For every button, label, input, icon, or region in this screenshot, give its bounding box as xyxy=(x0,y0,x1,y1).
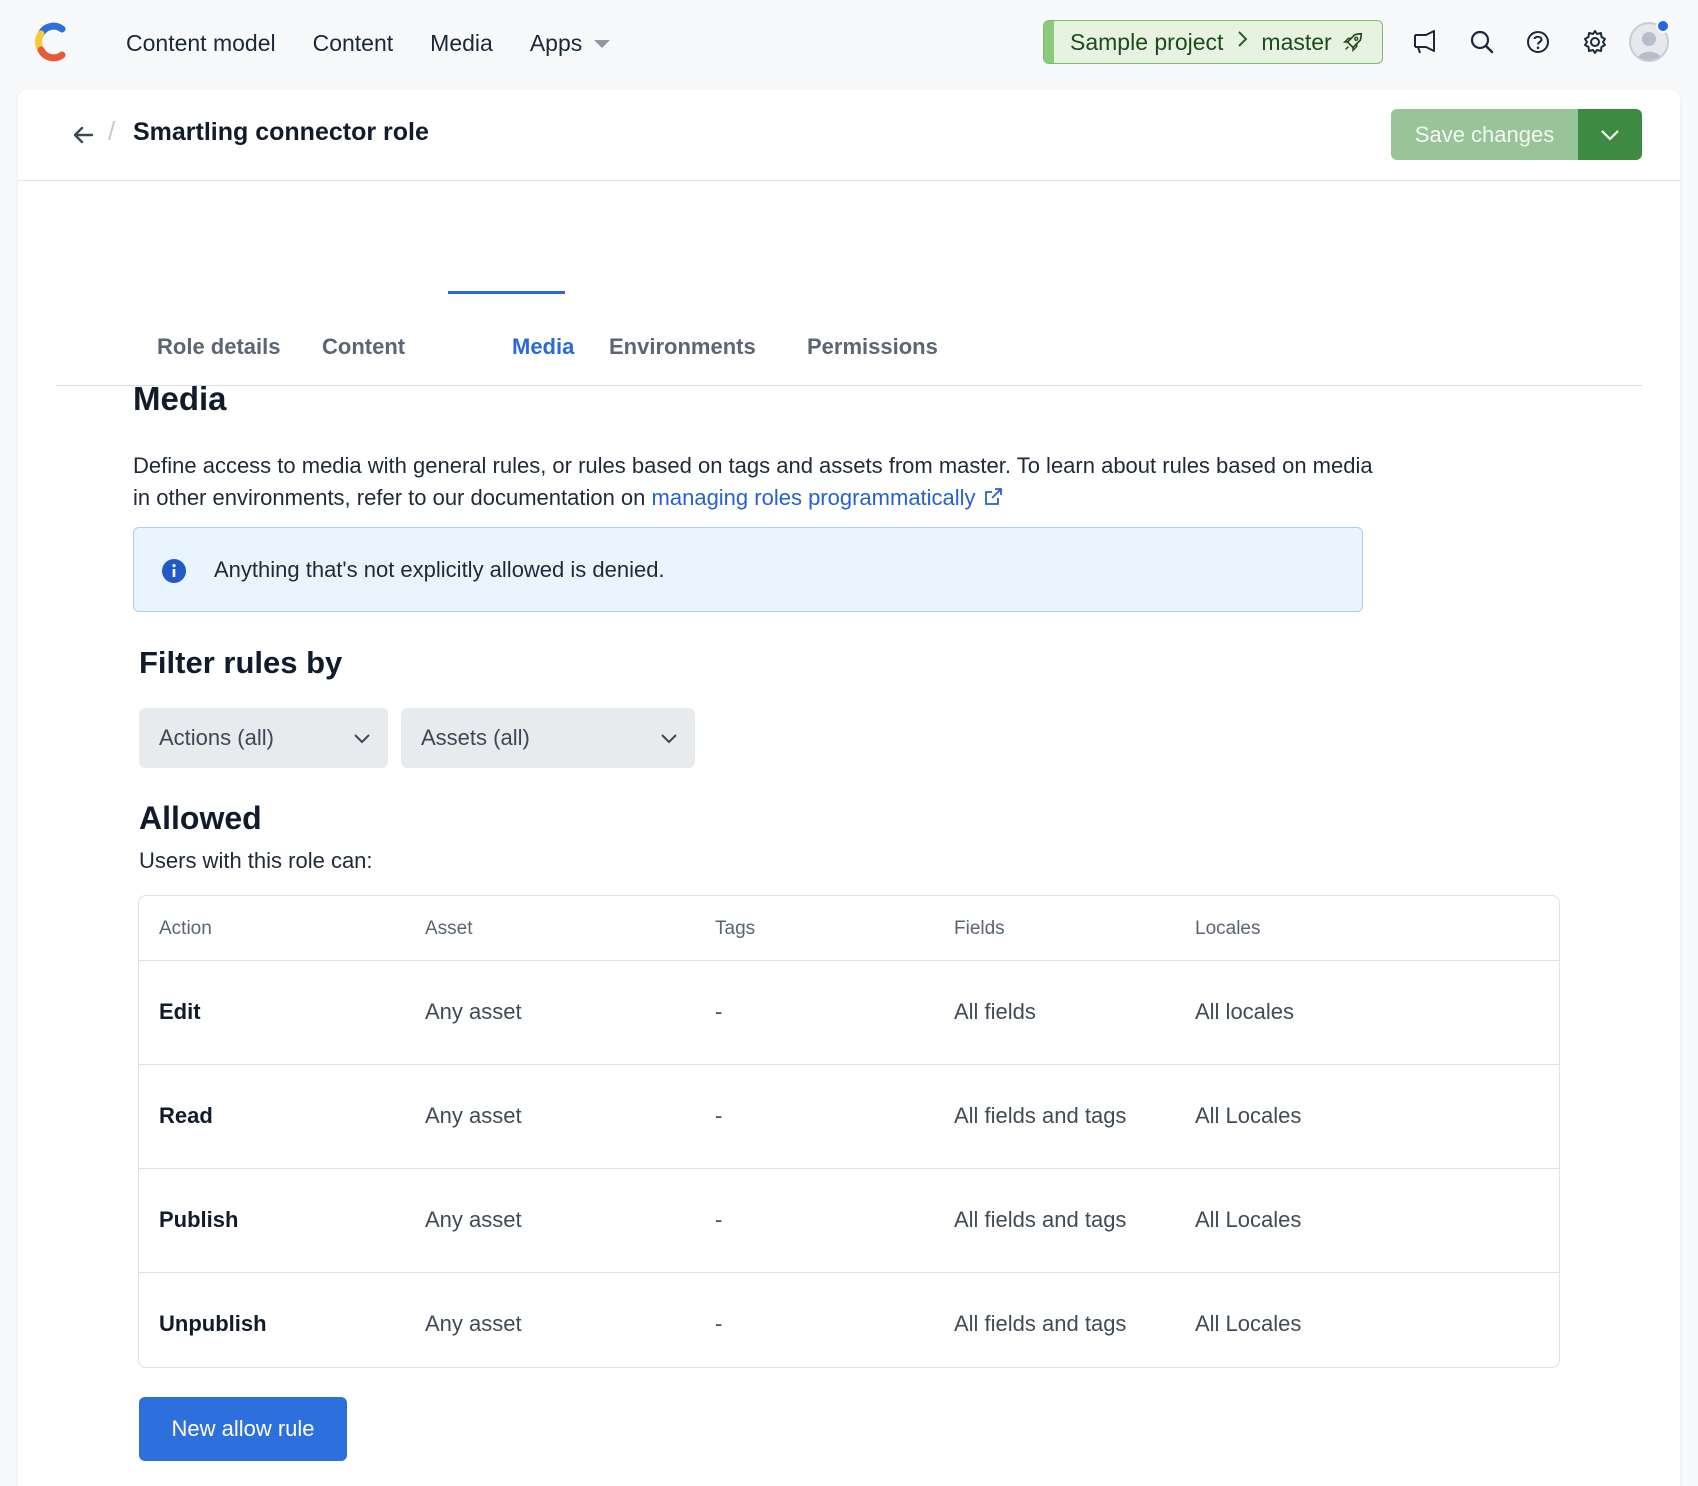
main-nav: Content model Content Media Apps xyxy=(126,0,611,86)
chevron-down-icon xyxy=(1601,129,1619,141)
info-text: Anything that's not explicitly allowed i… xyxy=(214,557,665,582)
external-link-icon xyxy=(984,488,1002,505)
column-header-action: Action xyxy=(159,918,212,939)
tab-media[interactable]: Media xyxy=(512,334,574,360)
assets-filter-value: Assets (all) xyxy=(421,725,530,750)
rule-asset: Any asset xyxy=(425,999,522,1024)
rule-action: Read xyxy=(159,1103,213,1128)
actions-filter-select[interactable]: Actions (all) xyxy=(139,708,388,768)
filter-heading: Filter rules by xyxy=(139,645,343,680)
table-header: Action Asset Tags Fields Locales xyxy=(139,896,1559,961)
rule-locales: All locales xyxy=(1195,999,1295,1024)
column-header-fields: Fields xyxy=(954,918,1005,939)
rule-tags: - xyxy=(715,1311,723,1336)
rule-action: Publish xyxy=(159,1207,239,1232)
chevron-right-icon xyxy=(1235,30,1249,54)
allowed-heading: Allowed xyxy=(139,800,262,836)
info-note: Anything that's not explicitly allowed i… xyxy=(133,527,1363,612)
column-header-locales: Locales xyxy=(1195,918,1261,939)
notification-dot xyxy=(1656,19,1670,33)
nav-media[interactable]: Media xyxy=(430,30,493,57)
nav-content[interactable]: Content xyxy=(313,30,394,57)
page-header: / Smartling connector role Save changes xyxy=(18,90,1680,181)
nav-content-model[interactable]: Content model xyxy=(126,30,276,57)
role-tabs: Role details Content Media Environments … xyxy=(56,242,1642,386)
table-row[interactable]: Read Any asset - All fields and tags All… xyxy=(139,1065,1559,1169)
section-description: Define access to media with general rule… xyxy=(133,450,1393,514)
rocket-icon xyxy=(1342,32,1362,53)
nav-label: Apps xyxy=(529,29,583,56)
table-row[interactable]: Publish Any asset - All fields and tags … xyxy=(139,1169,1559,1273)
rule-fields: All fields and tags xyxy=(954,1103,1127,1128)
rule-locales: All Locales xyxy=(1195,1311,1302,1336)
table-row[interactable]: Edit Any asset - All fields All locales xyxy=(139,961,1559,1065)
rule-fields: All fields xyxy=(954,999,1036,1024)
nav-label: Content model xyxy=(126,29,276,56)
column-header-tags: Tags xyxy=(715,918,756,939)
chevron-down-icon xyxy=(354,734,370,744)
save-options-button[interactable] xyxy=(1578,109,1642,160)
breadcrumb-separator: / xyxy=(108,116,116,146)
rule-asset: Any asset xyxy=(425,1311,522,1336)
table-row[interactable]: Unpublish Any asset - All fields and tag… xyxy=(139,1273,1559,1367)
rule-locales: All Locales xyxy=(1195,1207,1302,1232)
allowed-rules-table: Action Asset Tags Fields Locales Edit An… xyxy=(138,895,1560,1368)
help-icon[interactable] xyxy=(1523,27,1553,57)
caret-down-icon xyxy=(594,40,611,48)
doc-link[interactable]: managing roles programmatically xyxy=(652,485,976,510)
chevron-down-icon xyxy=(661,734,677,744)
rule-asset: Any asset xyxy=(425,1207,522,1232)
environment-name: master xyxy=(1261,28,1332,55)
tab-environments[interactable]: Environments xyxy=(609,334,756,360)
rule-tags: - xyxy=(715,1207,723,1232)
section-heading: Media xyxy=(133,380,227,417)
actions-filter-value: Actions (all) xyxy=(159,725,274,750)
environment-switcher[interactable]: Sample project master xyxy=(1043,20,1383,64)
nav-apps[interactable]: Apps xyxy=(529,29,611,57)
back-arrow-icon[interactable] xyxy=(68,120,98,150)
top-navigation: Content model Content Media Apps Sample … xyxy=(0,0,1698,86)
save-button[interactable]: Save changes xyxy=(1391,109,1578,160)
tab-content[interactable]: Content xyxy=(322,334,405,360)
contentful-logo[interactable] xyxy=(32,20,72,64)
rule-tags: - xyxy=(715,999,723,1024)
megaphone-icon[interactable] xyxy=(1410,27,1440,57)
new-allow-rule-button[interactable]: New allow rule xyxy=(139,1397,347,1461)
allowed-subheading: Users with this role can: xyxy=(139,848,373,873)
tab-permissions[interactable]: Permissions xyxy=(807,334,938,360)
nav-label: Media xyxy=(430,29,493,56)
rule-action: Edit xyxy=(159,999,201,1024)
column-header-asset: Asset xyxy=(425,918,473,939)
rule-locales: All Locales xyxy=(1195,1103,1302,1128)
tab-role-details[interactable]: Role details xyxy=(157,334,280,360)
rule-action: Unpublish xyxy=(159,1311,267,1336)
rule-asset: Any asset xyxy=(425,1103,522,1128)
nav-label: Content xyxy=(312,29,394,56)
search-icon[interactable] xyxy=(1467,27,1497,57)
rule-fields: All fields and tags xyxy=(954,1311,1127,1336)
assets-filter-select[interactable]: Assets (all) xyxy=(401,708,695,768)
info-icon xyxy=(162,559,186,583)
rule-tags: - xyxy=(715,1103,723,1128)
page-title: Smartling connector role xyxy=(133,118,429,146)
role-editor-card: / Smartling connector role Save changes … xyxy=(18,90,1680,1486)
active-tab-indicator xyxy=(448,291,565,294)
rule-fields: All fields and tags xyxy=(954,1207,1127,1232)
space-name: Sample project xyxy=(1070,28,1224,55)
gear-icon[interactable] xyxy=(1580,27,1610,57)
